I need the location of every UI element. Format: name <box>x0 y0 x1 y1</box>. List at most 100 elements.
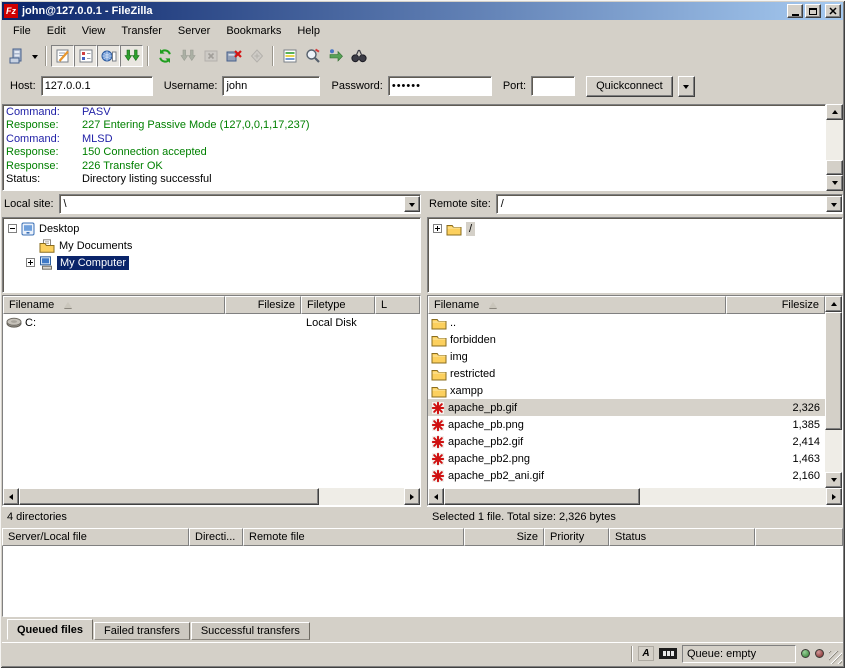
tab-failed-transfers[interactable]: Failed transfers <box>94 622 190 640</box>
ascii-data-type-icon[interactable]: A <box>638 646 654 661</box>
remote-row[interactable]: img <box>428 348 825 365</box>
log-scrollbar[interactable] <box>826 104 843 191</box>
scroll-up-button[interactable] <box>825 296 842 312</box>
desktop-icon <box>21 222 35 236</box>
column-header-filename[interactable]: Filename <box>428 296 726 314</box>
speed-limits-icon[interactable] <box>659 648 677 659</box>
process-queue-button[interactable] <box>176 45 199 67</box>
column-header-server-local-file[interactable]: Server/Local file <box>2 528 189 546</box>
remote-row[interactable]: apache_pb2_ani.gif 2,160 <box>428 467 825 484</box>
menu-server[interactable]: Server <box>170 22 218 40</box>
remote-row[interactable]: apache_pb2.gif 2,414 <box>428 433 825 450</box>
quickconnect-dropdown-button[interactable] <box>678 76 695 97</box>
column-header-filename[interactable]: Filename <box>3 296 225 314</box>
refresh-button[interactable] <box>153 45 176 67</box>
synchronized-browsing-button[interactable] <box>324 45 347 67</box>
log-line: Response:150 Connection accepted <box>6 146 822 159</box>
quickconnect-button[interactable]: Quickconnect <box>586 76 673 97</box>
remote-row[interactable]: forbidden <box>428 331 825 348</box>
tree-item-root[interactable]: / <box>429 220 841 237</box>
column-header-size[interactable]: Size <box>464 528 544 546</box>
remote-horizontal-scrollbar[interactable] <box>428 488 842 505</box>
find-files-button[interactable] <box>347 45 370 67</box>
menu-edit[interactable]: Edit <box>39 22 74 40</box>
remote-directory-tree: / <box>427 217 843 293</box>
menu-bookmarks[interactable]: Bookmarks <box>218 22 289 40</box>
username-input[interactable] <box>222 76 320 96</box>
site-manager-button[interactable] <box>5 45 28 67</box>
toggle-local-tree-button[interactable] <box>74 45 97 67</box>
triangle-up-icon <box>831 299 837 306</box>
scroll-thumb[interactable] <box>826 160 843 175</box>
close-button[interactable] <box>825 4 841 18</box>
resize-grip[interactable] <box>829 651 842 664</box>
remote-row[interactable]: apache_pb.png 1,385 <box>428 416 825 433</box>
host-input[interactable] <box>41 76 153 96</box>
scroll-thumb[interactable] <box>19 488 319 505</box>
column-header-direction[interactable]: Directi... <box>189 528 243 546</box>
local-site-combo[interactable]: \ <box>59 194 421 214</box>
remote-site-combo[interactable]: / <box>496 194 843 214</box>
scroll-left-button[interactable] <box>428 488 444 505</box>
remote-row[interactable]: apache_pb2.png 1,463 <box>428 450 825 467</box>
toggle-message-log-button[interactable] <box>51 45 74 67</box>
password-input[interactable] <box>388 76 492 96</box>
reconnect-button[interactable] <box>245 45 268 67</box>
local-row-c-drive[interactable]: C: Local Disk <box>3 314 420 331</box>
image-file-icon <box>431 469 445 483</box>
tree-item-my-documents[interactable]: My Documents <box>4 237 419 254</box>
triangle-right-icon <box>410 494 417 500</box>
remote-row[interactable]: restricted <box>428 365 825 382</box>
scroll-down-button[interactable] <box>825 472 842 488</box>
binoculars-icon <box>351 48 367 64</box>
column-header-filesize[interactable]: Filesize <box>225 296 301 314</box>
tab-successful-transfers[interactable]: Successful transfers <box>191 622 310 640</box>
scroll-track[interactable] <box>825 430 842 472</box>
column-header-filetype[interactable]: Filetype <box>301 296 375 314</box>
expand-expander-icon[interactable] <box>433 224 442 233</box>
toggle-remote-tree-button[interactable] <box>97 45 120 67</box>
cancel-operation-button[interactable] <box>199 45 222 67</box>
scroll-left-button[interactable] <box>3 488 19 505</box>
scroll-right-button[interactable] <box>404 488 420 505</box>
scroll-up-button[interactable] <box>826 104 843 120</box>
disconnect-button[interactable] <box>222 45 245 67</box>
scroll-thumb[interactable] <box>444 488 640 505</box>
scroll-thumb[interactable] <box>825 312 842 430</box>
menu-file[interactable]: File <box>5 22 39 40</box>
menu-help[interactable]: Help <box>289 22 328 40</box>
scroll-down-button[interactable] <box>826 175 843 191</box>
remote-row-selected[interactable]: apache_pb.gif 2,326 <box>428 399 825 416</box>
file-size: 2,414 <box>726 436 825 448</box>
column-header-priority[interactable]: Priority <box>544 528 609 546</box>
scroll-track[interactable] <box>640 488 826 505</box>
local-site-dropdown-button[interactable] <box>404 196 420 212</box>
directory-comparison-button[interactable] <box>301 45 324 67</box>
column-header-last-modified[interactable]: L <box>375 296 420 314</box>
toggle-transfer-queue-button[interactable] <box>120 45 143 67</box>
minimize-button[interactable] <box>787 4 803 18</box>
remote-vertical-scrollbar[interactable] <box>825 296 842 488</box>
collapse-expander-icon[interactable] <box>8 224 17 233</box>
maximize-button[interactable] <box>805 4 821 18</box>
menu-view[interactable]: View <box>74 22 114 40</box>
tree-item-desktop[interactable]: Desktop <box>4 220 419 237</box>
transfer-queue-icon <box>124 48 140 64</box>
remote-row[interactable]: .. <box>428 314 825 331</box>
remote-site-dropdown-button[interactable] <box>826 196 842 212</box>
scroll-track[interactable] <box>826 120 843 160</box>
column-header-status[interactable]: Status <box>609 528 755 546</box>
local-horizontal-scrollbar[interactable] <box>3 488 420 505</box>
scroll-track[interactable] <box>319 488 404 505</box>
tree-item-my-computer[interactable]: My Computer <box>4 254 419 271</box>
menu-transfer[interactable]: Transfer <box>113 22 170 40</box>
expand-expander-icon[interactable] <box>26 258 35 267</box>
scroll-right-button[interactable] <box>826 488 842 505</box>
column-header-remote-file[interactable]: Remote file <box>243 528 464 546</box>
tab-queued-files[interactable]: Queued files <box>7 619 93 640</box>
port-input[interactable] <box>531 76 575 96</box>
remote-row[interactable]: xampp <box>428 382 825 399</box>
directory-listing-filters-button[interactable] <box>278 45 301 67</box>
column-header-filesize[interactable]: Filesize <box>726 296 825 314</box>
site-manager-dropdown-button[interactable] <box>28 45 41 67</box>
